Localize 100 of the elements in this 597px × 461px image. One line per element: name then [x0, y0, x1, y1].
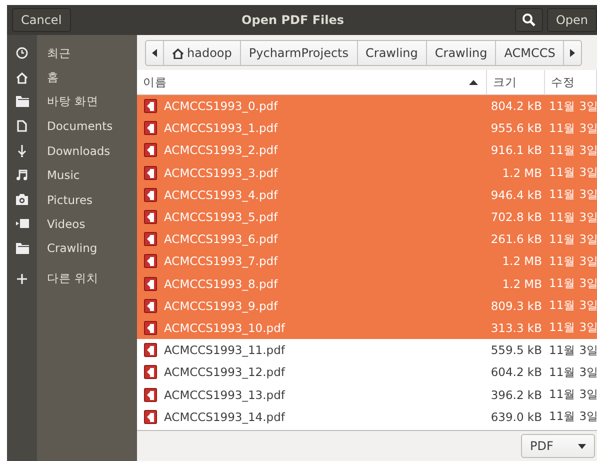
path-segment[interactable]: Crawling — [358, 41, 427, 65]
pdf-file-icon — [144, 388, 157, 402]
sidebar-item[interactable]: Crawling — [7, 236, 137, 261]
file-size: 313.3 kB — [490, 320, 542, 335]
pdf-file-icon — [144, 99, 157, 114]
left-arrow-icon — [152, 49, 157, 57]
file-size: 1.2 MB — [502, 254, 542, 268]
file-row[interactable]: ACMCCS1993_1.pdf 955.6 kB 11월 3일 — [137, 117, 597, 140]
file-row[interactable]: ACMCCS1993_2.pdf 916.1 kB 11월 3일 — [137, 139, 597, 162]
file-size: 261.6 kB — [490, 232, 542, 246]
file-size: 639.0 kB — [490, 410, 542, 424]
file-name: ACMCCS1993_4.pdf — [164, 188, 278, 202]
open-button[interactable]: Open — [546, 8, 597, 32]
pdf-file-icon — [144, 365, 157, 380]
file-row[interactable]: ACMCCS1993_13.pdf 396.2 kB 11월 3일 — [137, 383, 597, 406]
file-row[interactable]: ACMCCS1993_9.pdf 809.3 kB 11월 3일 — [137, 294, 597, 317]
file-row[interactable]: ACMCCS1993_10.pdf 313.3 kB 11월 3일 — [137, 316, 597, 340]
file-name: ACMCCS1993_14.pdf — [164, 410, 285, 424]
file-date: 11월 3일 — [549, 210, 597, 225]
pdf-file-icon — [144, 166, 157, 180]
file-date: 11월 3일 — [549, 342, 597, 358]
file-name: ACMCCS1993_7.pdf — [164, 254, 278, 268]
file-size: 604.2 kB — [490, 365, 542, 380]
file-row[interactable]: ACMCCS1993_6.pdf 261.6 kB 11월 3일 — [137, 228, 597, 250]
sidebar-item[interactable]: Pictures — [7, 187, 137, 212]
sidebar-item[interactable]: 최근 — [7, 41, 137, 66]
file-size: 559.5 kB — [490, 343, 542, 358]
file-date: 11월 3일 — [549, 98, 597, 114]
sidebar-item[interactable]: Videos — [7, 212, 137, 236]
file-size: 804.2 kB — [490, 99, 542, 114]
file-date: 11월 3일 — [549, 276, 597, 292]
file-row[interactable]: ACMCCS1993_12.pdf 604.2 kB 11월 3일 — [137, 361, 597, 384]
path-segment[interactable]: hadoop — [164, 41, 241, 65]
file-name: ACMCCS1993_6.pdf — [164, 232, 278, 246]
plus-icon — [17, 274, 27, 284]
pdf-file-icon — [144, 232, 157, 246]
document-icon — [17, 120, 27, 132]
file-date: 11월 3일 — [549, 387, 597, 402]
sidebar-item[interactable]: Music — [7, 162, 137, 188]
file-name: ACMCCS1993_9.pdf — [164, 298, 278, 313]
pdf-file-icon — [144, 343, 157, 358]
pdf-file-icon — [144, 410, 157, 424]
file-date: 11월 3일 — [549, 320, 597, 336]
file-date: 11월 3일 — [549, 187, 597, 202]
pdf-file-icon — [144, 143, 157, 158]
folder-icon — [16, 242, 28, 254]
file-row[interactable]: ACMCCS1993_5.pdf 702.8 kB 11월 3일 — [137, 206, 597, 228]
pdf-file-icon — [144, 121, 157, 136]
file-size: 396.2 kB — [490, 388, 542, 402]
sidebar-item[interactable]: Downloads — [7, 138, 137, 163]
file-date: 11월 3일 — [549, 409, 597, 424]
path-segment[interactable]: ACMCCS — [496, 41, 564, 65]
column-header[interactable]: 이름 — [137, 70, 487, 94]
file-date: 11월 3일 — [549, 120, 597, 136]
file-row[interactable]: ACMCCS1993_3.pdf 1.2 MB 11월 3일 — [137, 162, 597, 184]
file-date: 11월 3일 — [549, 232, 597, 247]
file-name: ACMCCS1993_3.pdf — [164, 166, 278, 180]
path-segment[interactable]: Crawling — [426, 41, 496, 65]
file-date: 11월 3일 — [549, 254, 597, 269]
pdf-file-icon — [144, 276, 157, 291]
camera-icon — [16, 194, 28, 206]
file-row[interactable]: ACMCCS1993_8.pdf 1.2 MB 11월 3일 — [137, 272, 597, 295]
file-name: ACMCCS1993_8.pdf — [164, 276, 278, 291]
file-name: ACMCCS1993_0.pdf — [164, 99, 278, 114]
file-date: 11월 3일 — [549, 298, 597, 314]
right-arrow-icon — [570, 49, 576, 57]
file-size: 946.4 kB — [490, 188, 542, 202]
file-type-dropdown[interactable]: PDF — [521, 434, 595, 458]
file-size: 702.8 kB — [490, 210, 542, 224]
pdf-file-icon — [144, 320, 157, 335]
sidebar-item[interactable]: 바탕 화면 — [7, 90, 137, 114]
pdf-file-icon — [144, 298, 157, 313]
sidebar-item[interactable]: 다른 위치 — [7, 266, 137, 291]
file-row[interactable]: ACMCCS1993_11.pdf 559.5 kB 11월 3일 — [137, 339, 597, 362]
file-row[interactable]: ACMCCS1993_14.pdf 639.0 kB 11월 3일 — [137, 406, 597, 428]
search-button[interactable] — [514, 8, 543, 32]
file-date: 11월 3일 — [549, 142, 597, 158]
file-row[interactable]: ACMCCS1993_7.pdf 1.2 MB 11월 3일 — [137, 250, 597, 272]
video-icon — [16, 219, 28, 228]
music-icon — [16, 169, 28, 182]
file-name: ACMCCS1993_12.pdf — [164, 365, 285, 380]
column-header[interactable]: 수정 — [545, 70, 597, 94]
folder-icon — [16, 96, 28, 108]
file-name: ACMCCS1993_11.pdf — [164, 343, 285, 358]
file-name: ACMCCS1993_1.pdf — [164, 121, 278, 136]
cancel-button[interactable]: Cancel — [12, 8, 71, 32]
file-name: ACMCCS1993_10.pdf — [164, 320, 285, 335]
caret-icon — [578, 444, 586, 448]
file-name: ACMCCS1993_13.pdf — [164, 388, 285, 402]
file-row[interactable]: ACMCCS1993_4.pdf 946.4 kB 11월 3일 — [137, 184, 597, 206]
path-segment[interactable]: PycharmProjects — [240, 41, 358, 65]
clock-icon — [16, 47, 28, 60]
column-header[interactable]: 크기 — [487, 70, 545, 94]
file-row[interactable]: ACMCCS1993_0.pdf 804.2 kB 11월 3일 — [137, 95, 597, 118]
sidebar-item[interactable]: 홈 — [7, 65, 137, 90]
file-name: ACMCCS1993_5.pdf — [164, 210, 278, 224]
file-date: 11월 3일 — [549, 165, 597, 180]
sidebar-item[interactable]: Documents — [7, 114, 137, 139]
file-name: ACMCCS1993_2.pdf — [164, 143, 278, 158]
file-size: 809.3 kB — [490, 298, 542, 313]
